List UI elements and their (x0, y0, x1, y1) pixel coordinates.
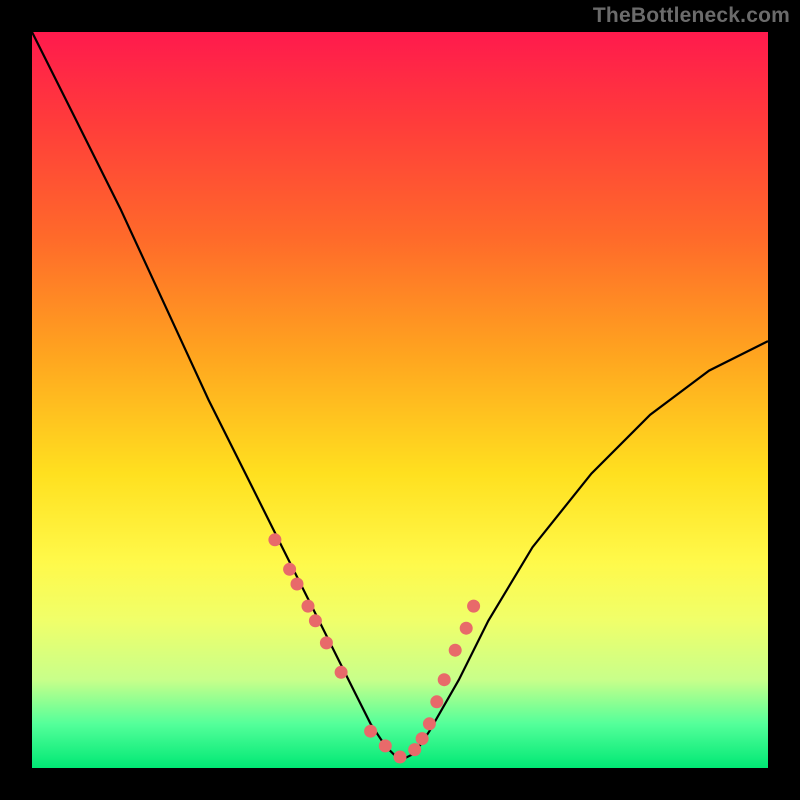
highlight-dot (460, 622, 473, 635)
dots-layer (268, 533, 480, 763)
curve-layer (32, 32, 768, 761)
chart-svg (32, 32, 768, 768)
chart-frame: TheBottleneck.com (0, 0, 800, 800)
highlight-dot (467, 600, 480, 613)
highlight-dot (438, 673, 451, 686)
bottleneck-curve (32, 32, 768, 761)
plot-area (32, 32, 768, 768)
highlight-dot (364, 725, 377, 738)
highlight-dot (291, 578, 304, 591)
highlight-dot (268, 533, 281, 546)
highlight-dot (449, 644, 462, 657)
highlight-dot (320, 636, 333, 649)
highlight-dot (423, 717, 436, 730)
highlight-dot (394, 751, 407, 764)
highlight-dot (408, 743, 421, 756)
highlight-dot (335, 666, 348, 679)
highlight-dot (430, 695, 443, 708)
highlight-dot (416, 732, 429, 745)
highlight-dot (302, 600, 315, 613)
watermark-text: TheBottleneck.com (593, 4, 790, 28)
highlight-dot (309, 614, 322, 627)
highlight-dot (283, 563, 296, 576)
highlight-dot (379, 739, 392, 752)
